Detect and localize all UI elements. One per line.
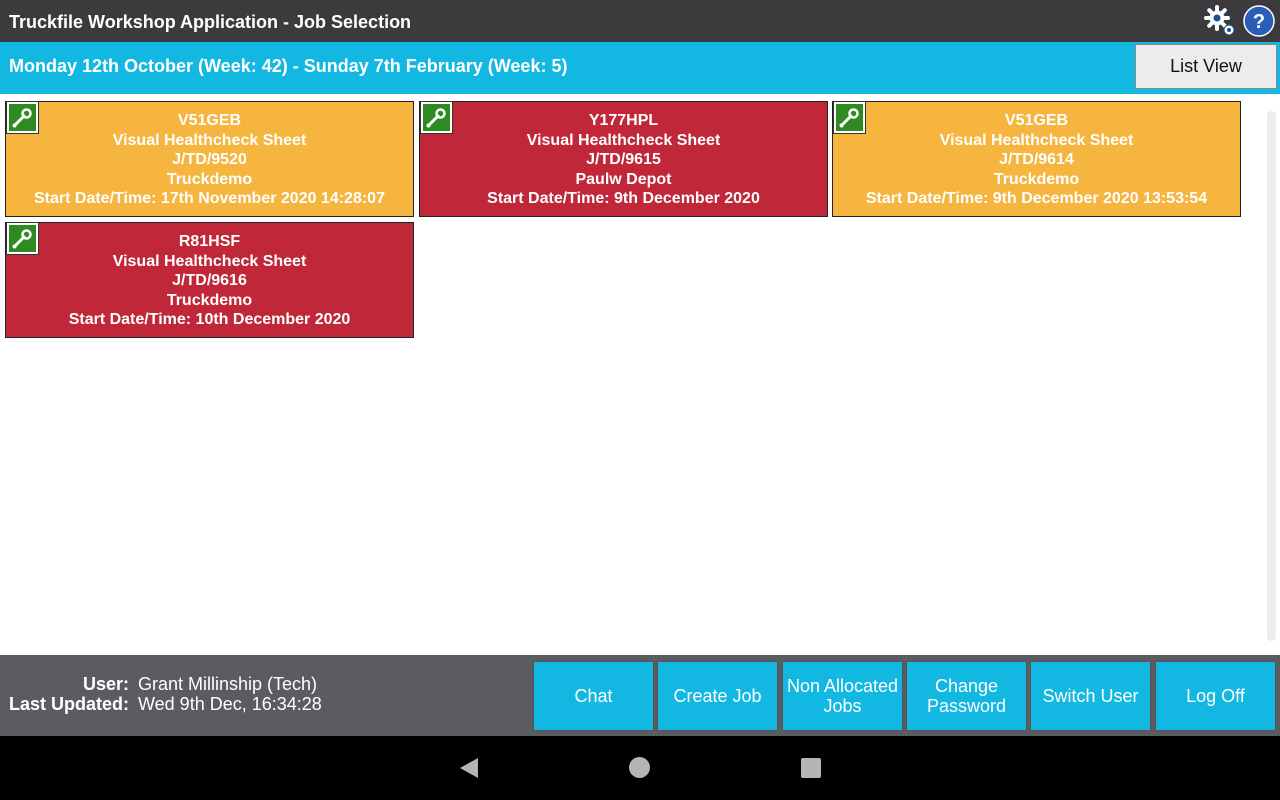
job-depot: Truckdemo <box>993 170 1080 188</box>
job-card[interactable]: R81HSF Visual Healthcheck Sheet J/TD/961… <box>5 222 414 338</box>
list-view-button[interactable]: List View <box>1135 44 1277 89</box>
job-card[interactable]: V51GEB Visual Healthcheck Sheet J/TD/961… <box>832 101 1241 217</box>
wrench-icon <box>420 101 453 134</box>
job-reg: V51GEB <box>1004 112 1069 129</box>
job-card[interactable]: Y177HPL Visual Healthcheck Sheet J/TD/96… <box>419 101 828 217</box>
chat-button[interactable]: Chat <box>533 661 654 731</box>
job-depot: Paulw Depot <box>575 170 672 188</box>
gears-icon[interactable] <box>1203 4 1237 38</box>
wrench-icon <box>6 101 39 134</box>
wrench-icon <box>6 222 39 255</box>
last-updated-value: Wed 9th Dec, 16:34:28 <box>138 694 322 714</box>
wrench-icon <box>833 101 866 134</box>
job-start: Start Date/Time: 9th December 2020 13:53… <box>865 190 1208 208</box>
recent-apps-icon[interactable] <box>801 758 821 778</box>
non-allocated-jobs-button[interactable]: Non Allocated Jobs <box>782 661 903 731</box>
help-icon[interactable]: ? <box>1243 5 1275 37</box>
change-password-button[interactable]: Change Password <box>906 661 1027 731</box>
job-card[interactable]: V51GEB Visual Healthcheck Sheet J/TD/952… <box>5 101 414 217</box>
job-number: J/TD/9616 <box>172 272 247 290</box>
date-range: Monday 12th October (Week: 42) - Sunday … <box>9 56 568 76</box>
job-number: J/TD/9614 <box>999 151 1074 169</box>
footer-bar: User: Grant Millinship (Tech) Last Updat… <box>0 655 1280 736</box>
job-type: Visual Healthcheck Sheet <box>526 131 721 149</box>
job-depot: Truckdemo <box>166 170 253 188</box>
job-reg: R81HSF <box>178 233 241 250</box>
job-number: J/TD/9615 <box>586 151 661 169</box>
job-type: Visual Healthcheck Sheet <box>939 131 1134 149</box>
user-value: Grant Millinship (Tech) <box>138 674 318 694</box>
create-job-button[interactable]: Create Job <box>657 661 778 731</box>
svg-text:?: ? <box>1253 11 1265 33</box>
job-reg: Y177HPL <box>588 112 659 129</box>
job-start: Start Date/Time: 17th November 2020 14:2… <box>34 190 385 208</box>
home-icon[interactable] <box>629 757 650 778</box>
switch-user-button[interactable]: Switch User <box>1030 661 1151 731</box>
job-reg: V51GEB <box>177 112 242 129</box>
system-nav-bar <box>0 736 1280 800</box>
user-label: User: <box>82 674 129 694</box>
back-icon[interactable] <box>459 757 479 784</box>
scrollbar[interactable] <box>1267 111 1276 641</box>
title-bar: Truckfile Workshop Application - Job Sel… <box>0 0 1280 42</box>
job-depot: Truckdemo <box>166 291 253 309</box>
job-start: Start Date/Time: 10th December 2020 <box>68 311 351 329</box>
job-type: Visual Healthcheck Sheet <box>112 252 307 270</box>
log-off-button[interactable]: Log Off <box>1155 661 1276 731</box>
date-range-bar: Monday 12th October (Week: 42) - Sunday … <box>0 42 1280 94</box>
job-type: Visual Healthcheck Sheet <box>112 131 307 149</box>
last-updated-label: Last Updated: <box>8 694 129 714</box>
job-grid: V51GEB Visual Healthcheck Sheet J/TD/952… <box>0 94 1280 655</box>
window-title: Truckfile Workshop Application - Job Sel… <box>9 12 412 32</box>
job-number: J/TD/9520 <box>172 151 247 169</box>
job-start: Start Date/Time: 9th December 2020 <box>487 190 760 208</box>
